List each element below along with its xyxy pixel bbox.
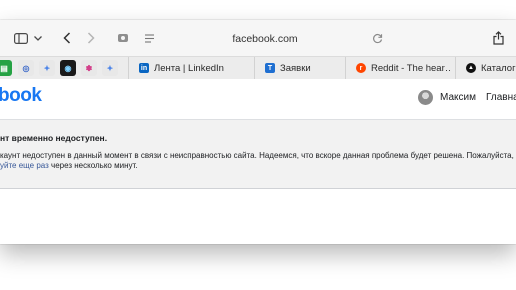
chevron-right-icon <box>87 32 95 44</box>
tab-reddit[interactable]: r Reddit - The hear… <box>345 57 451 79</box>
share-button[interactable] <box>490 29 506 47</box>
browser-window: facebook.com ▤ ◎ ✦ ◉ ✽ ✦ in Лента | Link… <box>0 20 516 244</box>
pinned-tab-4[interactable]: ◉ <box>60 60 76 76</box>
tab-zayavki[interactable]: T Заявки <box>254 57 344 79</box>
error-title: нт временно недоступен. <box>0 133 108 143</box>
tab-group-chevron-button[interactable] <box>32 29 44 47</box>
reddit-icon: r <box>356 63 366 73</box>
pinned-tab-6[interactable]: ✦ <box>102 60 118 76</box>
tab-bar: ▤ ◎ ✦ ◉ ✽ ✦ in Лента | LinkedIn T Заявки… <box>0 56 516 80</box>
share-icon <box>492 31 504 45</box>
tab-title: Лента | LinkedIn <box>154 62 224 74</box>
pinned-tab-2[interactable]: ◎ <box>18 60 34 76</box>
pinned-tab-1[interactable]: ▤ <box>0 60 12 76</box>
user-name: Максим <box>440 92 476 103</box>
extension-icon <box>118 34 128 42</box>
error-box: нт временно недоступен. каунт недоступен… <box>0 120 516 189</box>
avatar <box>418 90 433 105</box>
chevron-down-icon <box>34 35 42 41</box>
chevron-left-icon <box>63 32 71 44</box>
home-link[interactable]: Главна <box>486 92 516 103</box>
forward-button[interactable] <box>84 29 98 47</box>
error-message: каунт недоступен в данный момент в связи… <box>0 151 514 160</box>
pinned-tab-3[interactable]: ✦ <box>39 60 55 76</box>
pinned-tab-5[interactable]: ✽ <box>81 60 97 76</box>
url-text: facebook.com <box>232 33 298 45</box>
page-content: нт временно недоступен. каунт недоступен… <box>0 120 516 244</box>
t-logo-icon: T <box>265 63 275 73</box>
facebook-header: book Максим Главна <box>0 79 516 120</box>
address-bar[interactable]: facebook.com <box>136 28 394 50</box>
browser-toolbar: facebook.com <box>0 20 516 56</box>
reload-icon <box>372 33 382 43</box>
tab-title: Заявки <box>280 62 311 74</box>
triangle-logo-icon: ▲ <box>466 63 476 73</box>
tab-linkedin[interactable]: in Лента | LinkedIn <box>128 57 230 79</box>
error-retry-line: уйте еще раз через несколько минут. <box>0 161 137 170</box>
user-profile-link[interactable]: Максим <box>418 90 476 105</box>
tab-title: Reddit - The hear… <box>371 62 451 74</box>
tab-katalog[interactable]: ▲ Каталог г <box>455 57 516 79</box>
sidebar-icon <box>14 32 28 44</box>
linkedin-icon: in <box>139 63 149 73</box>
reload-button[interactable] <box>370 29 384 47</box>
retry-link[interactable]: уйте еще раз <box>0 161 49 170</box>
facebook-logo[interactable]: book <box>0 85 42 107</box>
back-button[interactable] <box>60 29 74 47</box>
tab-title: Каталог г <box>481 62 516 74</box>
retry-suffix: через несколько минут. <box>48 161 138 170</box>
extension-button[interactable] <box>116 29 130 47</box>
page-body <box>0 189 516 244</box>
sidebar-toggle-button[interactable] <box>12 29 30 47</box>
